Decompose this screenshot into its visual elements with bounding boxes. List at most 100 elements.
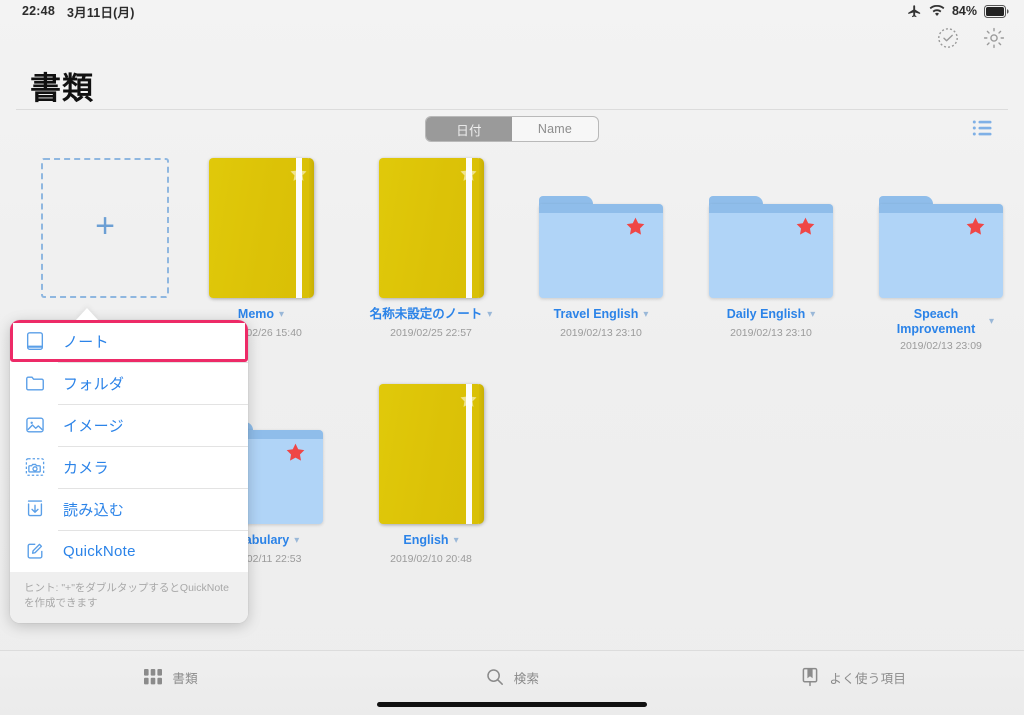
menu-item-image[interactable]: イメージ xyxy=(10,404,248,446)
search-icon xyxy=(485,667,505,687)
notebook-icon xyxy=(24,330,46,352)
list-view-icon[interactable] xyxy=(972,118,994,138)
grid-item-title[interactable]: Daily English ▾ xyxy=(686,307,856,322)
add-document-tile[interactable]: + xyxy=(41,158,169,298)
airplane-icon xyxy=(907,4,922,19)
chevron-down-icon[interactable]: ▾ xyxy=(810,309,815,320)
grid-item-title[interactable]: English ▾ xyxy=(346,533,516,548)
sort-toolbar: 日付 Name xyxy=(0,116,1024,144)
bottom-tab-bar: 書類 検索 よく使う項目 xyxy=(0,650,1024,715)
notebook-cover xyxy=(208,158,314,298)
folder-body-top xyxy=(539,204,663,213)
menu-item-label: QuickNote xyxy=(63,542,136,560)
select-circle-check-icon[interactable] xyxy=(936,26,960,50)
notebook-thumbnail[interactable] xyxy=(346,378,516,524)
grid-item-date: 2019/02/13 23:10 xyxy=(730,327,812,339)
grid-item-label: Daily English xyxy=(726,307,806,321)
grid-item-date: 2019/02/25 22:57 xyxy=(390,327,472,339)
notebook-cover xyxy=(378,158,484,298)
menu-item-camera[interactable]: カメラ xyxy=(10,446,248,488)
status-bar-left: 22:48 3月11日(月) xyxy=(22,2,135,21)
grid-item-label: English xyxy=(403,533,449,547)
title-divider xyxy=(16,109,1008,110)
grid-item-title[interactable]: Travel English ▾ xyxy=(516,307,686,322)
notebook-edge xyxy=(478,384,484,524)
grid-item-untitled-note[interactable]: 名称未設定のノート ▾ 2019/02/25 22:57 xyxy=(346,152,516,339)
star-icon xyxy=(286,443,305,461)
bookmark-icon xyxy=(800,667,820,687)
folder-thumbnail[interactable] xyxy=(686,152,856,298)
star-icon xyxy=(290,165,306,181)
folder-body-top xyxy=(879,204,1003,213)
menu-item-label: カメラ xyxy=(63,459,109,477)
sort-segment-name[interactable]: Name xyxy=(512,117,598,141)
notebook-thumbnail[interactable] xyxy=(346,152,516,298)
grid-item-label: Speach Improvement xyxy=(896,307,976,336)
folder-shape xyxy=(879,196,1003,298)
folder-body-top xyxy=(709,204,833,213)
goodnotes-documents-screen: 22:48 3月11日(月) 84% 書類 日付 Name + Memo ▾ 2… xyxy=(0,0,1024,715)
grid-item-memo[interactable]: Memo ▾ 2019/02/26 15:40 xyxy=(176,152,346,339)
chevron-down-icon[interactable]: ▾ xyxy=(643,309,648,320)
grid-icon xyxy=(143,667,163,687)
menu-item-label: 読み込む xyxy=(63,501,125,519)
grid-item-date: 2019/02/13 23:09 xyxy=(900,340,982,352)
notebook-edge xyxy=(308,158,314,298)
menu-item-note[interactable]: ノート xyxy=(10,320,248,362)
grid-item-speach-improvement[interactable]: Speach Improvement ▾ 2019/02/13 23:09 xyxy=(856,152,1024,352)
chevron-down-icon[interactable]: ▾ xyxy=(294,535,299,546)
wifi-icon xyxy=(929,5,945,17)
image-icon xyxy=(24,414,46,436)
nav-icon-group xyxy=(936,26,1006,50)
menu-item-folder[interactable]: フォルダ xyxy=(10,362,248,404)
popup-arrow xyxy=(76,308,98,320)
chevron-down-icon[interactable]: ▾ xyxy=(454,535,459,546)
star-icon xyxy=(626,217,645,235)
menu-item-quicknote[interactable]: QuickNote xyxy=(10,530,248,572)
sort-segment-date[interactable]: 日付 xyxy=(426,117,512,141)
folder-shape xyxy=(709,196,833,298)
gear-icon[interactable] xyxy=(982,26,1006,50)
grid-item-date: 2019/02/13 23:10 xyxy=(560,327,642,339)
grid-item-title[interactable]: Speach Improvement ▾ xyxy=(856,307,1024,337)
grid-item-english[interactable]: English ▾ 2019/02/10 20:48 xyxy=(346,378,516,565)
status-date: 3月11日(月) xyxy=(66,5,135,20)
folder-thumbnail[interactable] xyxy=(516,152,686,298)
folder-thumbnail[interactable] xyxy=(856,152,1024,298)
tab-favorites[interactable]: よく使う項目 xyxy=(683,651,1024,687)
plus-icon: + xyxy=(95,207,115,245)
grid-item-date: 2019/02/10 20:48 xyxy=(390,553,472,565)
menu-item-label: イメージ xyxy=(63,417,124,435)
star-icon xyxy=(460,391,476,407)
star-icon xyxy=(966,217,985,235)
grid-item-daily-english[interactable]: Daily English ▾ 2019/02/13 23:10 xyxy=(686,152,856,339)
import-icon xyxy=(24,498,46,520)
star-icon xyxy=(796,217,815,235)
sort-segmented-control[interactable]: 日付 Name xyxy=(425,116,599,142)
status-time: 22:48 xyxy=(22,4,55,18)
grid-item-label: 名称未設定のノート xyxy=(369,307,483,321)
tab-label: 検索 xyxy=(513,671,540,686)
tab-label: よく使う項目 xyxy=(829,671,907,686)
menu-item-import[interactable]: 読み込む xyxy=(10,488,248,530)
notebook-thumbnail[interactable] xyxy=(176,152,346,298)
star-icon xyxy=(460,165,476,181)
menu-item-label: ノート xyxy=(63,333,109,351)
chevron-down-icon[interactable]: ▾ xyxy=(487,309,492,320)
status-bar-right: 84% xyxy=(907,4,1010,19)
menu-item-label: フォルダ xyxy=(63,375,125,393)
folder-shape xyxy=(539,196,663,298)
chevron-down-icon[interactable]: ▾ xyxy=(989,317,994,327)
grid-item-travel-english[interactable]: Travel English ▾ 2019/02/13 23:10 xyxy=(516,152,686,339)
tab-documents[interactable]: 書類 xyxy=(0,651,341,687)
folder-icon xyxy=(24,372,46,394)
add-document-cell[interactable]: + xyxy=(20,152,190,298)
grid-item-title[interactable]: 名称未設定のノート ▾ xyxy=(346,307,516,322)
popup-hint-text: ヒント: "+"をダブルタップするとQuickNoteを作成できます xyxy=(10,572,248,623)
camera-icon xyxy=(24,456,46,478)
chevron-down-icon[interactable]: ▾ xyxy=(279,309,284,320)
tab-search[interactable]: 検索 xyxy=(341,651,682,687)
tab-label: 書類 xyxy=(172,671,198,686)
page-title: 書類 xyxy=(30,71,94,106)
home-indicator[interactable] xyxy=(377,702,647,707)
